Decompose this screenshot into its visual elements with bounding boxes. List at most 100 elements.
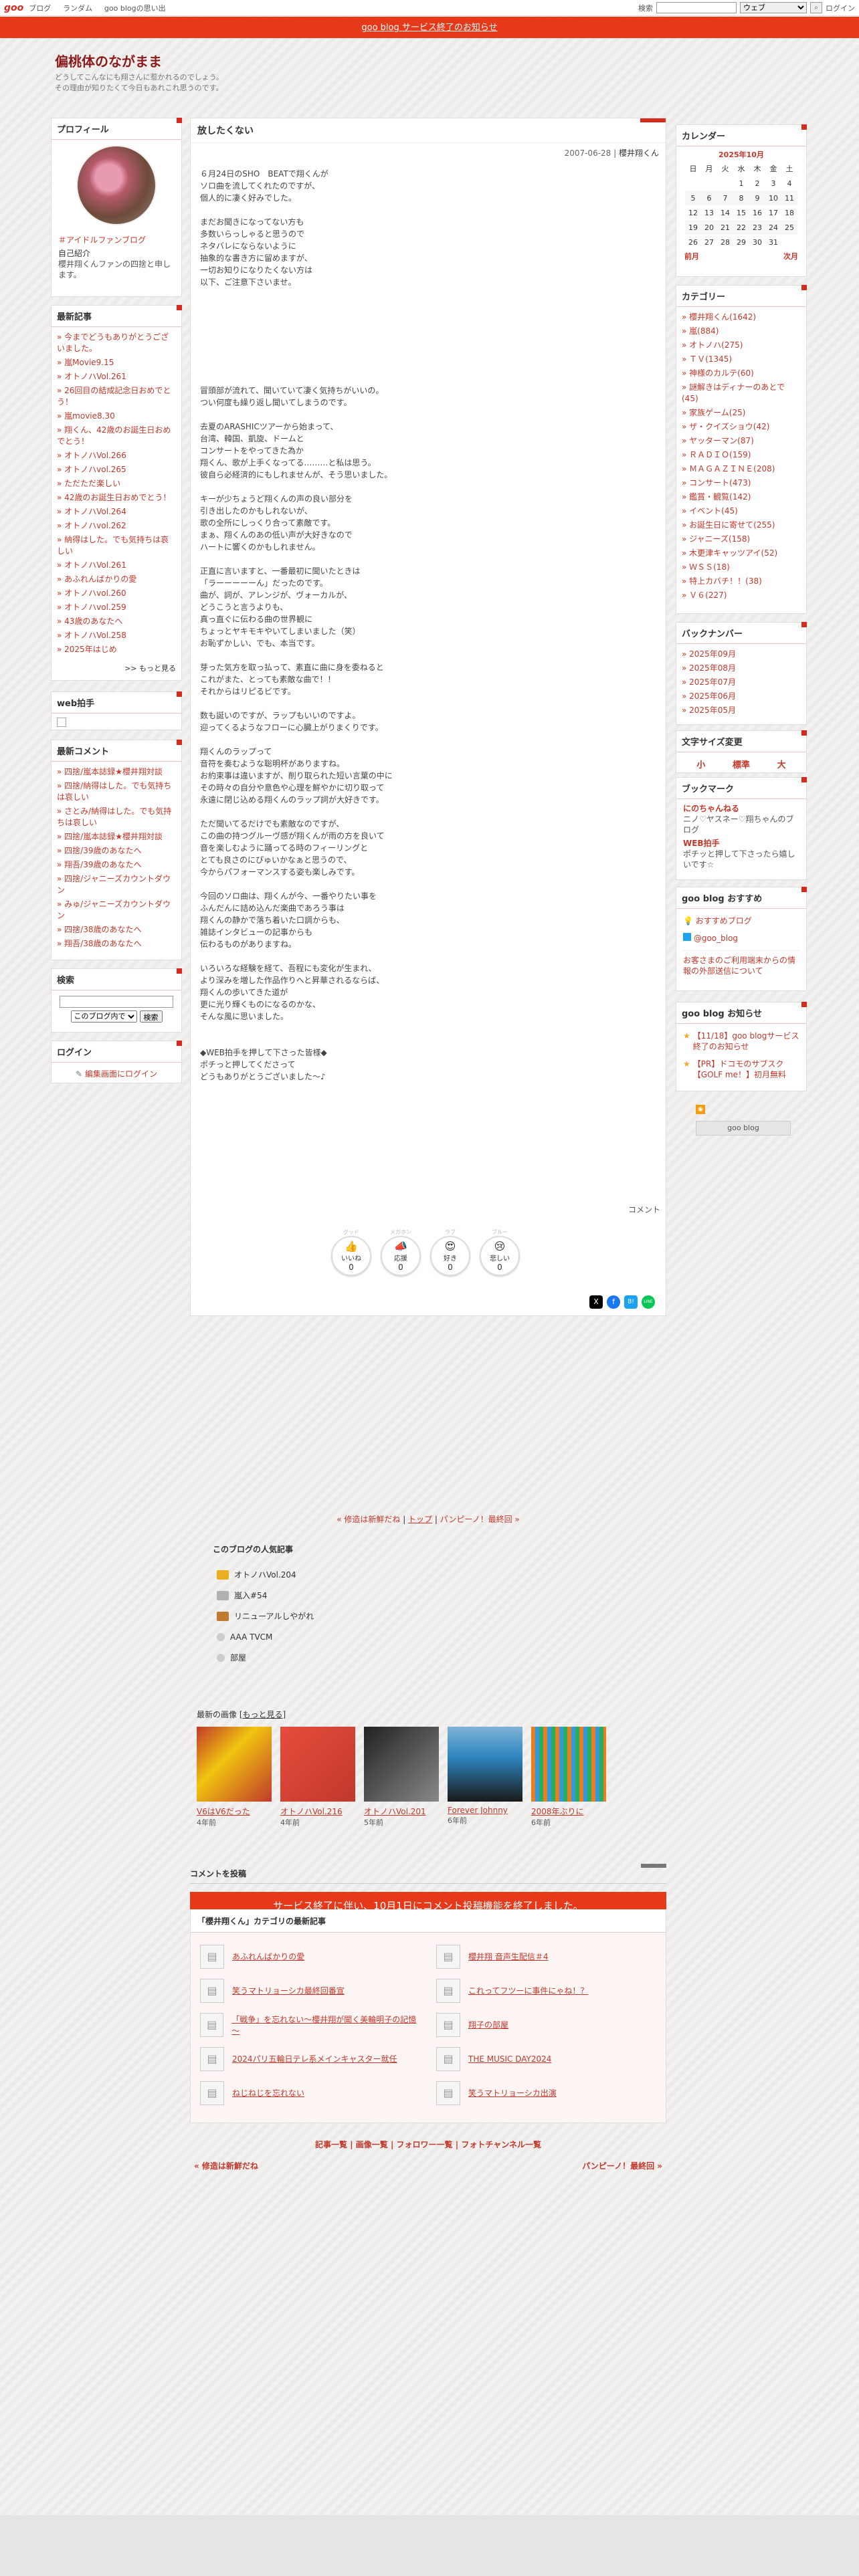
thumb-title[interactable]: Forever Johnny	[448, 1806, 522, 1815]
next-post-link[interactable]: パンピーノ！最終回 »	[440, 1515, 520, 1524]
popular-item[interactable]: 嵐入#54	[190, 1585, 666, 1606]
nav-memories[interactable]: goo blogの思い出	[104, 4, 166, 13]
popular-item-title[interactable]: 部屋	[230, 1652, 246, 1663]
edit-login-link[interactable]: 編集画面にログイン	[85, 1069, 157, 1079]
comment-link[interactable]: コメント	[628, 1204, 660, 1215]
calendar-day[interactable]: 30	[749, 235, 765, 249]
goo-blog-badge[interactable]: goo blog	[696, 1121, 791, 1136]
category-item[interactable]: コンサート(473)	[682, 476, 801, 490]
recent-post-item[interactable]: 納得はした。でも気持ちは哀しい	[57, 533, 176, 558]
recent-post-item[interactable]: 43歳のあなたへ	[57, 615, 176, 629]
hatena-share-icon[interactable]: B!	[624, 1295, 638, 1309]
recent-post-item[interactable]: 42歳のお誕生日おめでとう！	[57, 491, 176, 505]
calendar-day[interactable]: 4	[781, 176, 797, 191]
calendar-day[interactable]: 27	[701, 235, 717, 249]
recent-comment-item[interactable]: 四捨/39歳のあなたへ	[57, 844, 176, 858]
calendar-day[interactable]: 17	[765, 205, 781, 220]
popular-item[interactable]: リニューアルしやがれ	[190, 1606, 666, 1626]
bookmark-link-1[interactable]: にのちゃんねる	[683, 804, 739, 813]
recent-comment-item[interactable]: さとみ/納得はした。でも気持ちは哀しい	[57, 804, 176, 830]
thumb-title[interactable]: オトノハVol.201	[364, 1806, 439, 1817]
recent-post-item[interactable]: オトノハvol.259	[57, 601, 176, 615]
thumb-image[interactable]	[197, 1727, 272, 1802]
image-thumb[interactable]: Forever Johnny 6年前	[448, 1727, 522, 1828]
bookmark-link-2[interactable]: WEB拍手	[683, 839, 720, 848]
calendar-day[interactable]: 16	[749, 205, 765, 220]
textsize-large[interactable]: 大	[777, 758, 786, 770]
recent-post-item[interactable]: 2025年はじめ	[57, 643, 176, 657]
recent-post-item[interactable]: 今までどうもありがとうございました。	[57, 330, 176, 356]
category-post-item[interactable]: ▤ 翔子の部屋	[436, 2008, 656, 2042]
thumb-title[interactable]: V6はV6だった	[197, 1806, 272, 1817]
calendar-day[interactable]: 31	[765, 235, 781, 249]
notice-link-2[interactable]: 【PR】ドコモのサブスク【GOLF me！】初月無料	[693, 1059, 799, 1080]
category-post-link[interactable]: 笑うマトリョーシカ最終回番宣	[232, 1985, 345, 1996]
calendar-day[interactable]: 11	[781, 191, 797, 205]
x-share-icon[interactable]: X	[589, 1295, 603, 1309]
calendar-day[interactable]: 6	[701, 191, 717, 205]
service-end-link[interactable]: goo blog サービス終了のお知らせ	[361, 23, 497, 33]
popular-item[interactable]: 部屋	[190, 1647, 666, 1668]
category-post-link[interactable]: 翔子の部屋	[468, 2019, 508, 2030]
calendar-day[interactable]: 8	[733, 191, 749, 205]
top-link[interactable]: トップ	[408, 1515, 432, 1524]
thumb-image[interactable]	[280, 1727, 355, 1802]
calendar-day[interactable]: 3	[765, 176, 781, 191]
calendar-day[interactable]: 10	[765, 191, 781, 205]
photo-channel-link[interactable]: フォトチャンネル一覧	[461, 2140, 541, 2149]
goo-twitter-link[interactable]: @goo_blog	[694, 934, 738, 943]
reaction-button[interactable]: メガホン 📣 応援 0	[381, 1228, 421, 1276]
calendar-day[interactable]: 19	[685, 220, 701, 235]
category-item[interactable]: ジャニーズ(158)	[682, 532, 801, 546]
recent-comment-item[interactable]: 四捨/納得はした。でも気持ちは哀しい	[57, 779, 176, 804]
category-item[interactable]: ＴＶ(1345)	[682, 352, 801, 366]
thumb-image[interactable]	[448, 1727, 522, 1802]
reaction-button[interactable]: グッド 👍 いいね 0	[331, 1228, 371, 1276]
category-item[interactable]: ＲＡＤＩＯ(159)	[682, 448, 801, 462]
category-post-item[interactable]: ▤ ねじねじを忘れない	[200, 2076, 420, 2110]
calendar-day[interactable]: 18	[781, 205, 797, 220]
privacy-note-link[interactable]: お客さまのご利用端末からの情報の外部送信について	[683, 956, 795, 976]
category-item[interactable]: 嵐(884)	[682, 324, 801, 338]
calendar-day[interactable]: 15	[733, 205, 749, 220]
prev-month-link[interactable]: 前月	[684, 251, 699, 261]
image-thumb[interactable]: オトノハVol.201 5年前	[364, 1727, 439, 1828]
blog-title[interactable]: 偏桃体のながまま	[55, 51, 162, 70]
textsize-small[interactable]: 小	[696, 758, 705, 770]
category-post-link[interactable]: ねじねじを忘れない	[232, 2087, 304, 2099]
category-post-link[interactable]: 櫻井翔 音声生配信＃4	[468, 1951, 548, 1962]
recent-comment-item[interactable]: 四捨/38歳のあなたへ	[57, 923, 176, 937]
footer-prev-link[interactable]: « 修造は新鮮だね	[194, 2160, 258, 2171]
calendar-day[interactable]: 26	[685, 235, 701, 249]
profile-tag[interactable]: ＃アイドルファンブログ	[58, 235, 146, 245]
calendar-day[interactable]: 7	[717, 191, 733, 205]
facebook-share-icon[interactable]: f	[607, 1295, 620, 1309]
recent-comment-item[interactable]: 翔吾/38歳のあなたへ	[57, 937, 176, 951]
followers-link[interactable]: フォロワー一覧	[397, 2140, 453, 2149]
popular-item[interactable]: オトノハVol.204	[190, 1564, 666, 1585]
category-item[interactable]: ヤッターマン(87)	[682, 434, 801, 448]
image-thumb[interactable]: 2008年ぶりに 6年前	[531, 1727, 606, 1828]
reaction-button[interactable]: ブルー 😢 悲しい 0	[480, 1228, 520, 1276]
calendar-day[interactable]: 23	[749, 220, 765, 235]
prev-post-link[interactable]: « 修造は新鮮だね	[337, 1515, 400, 1524]
blog-search-scope[interactable]: このブログ内で	[70, 1010, 137, 1023]
next-month-link[interactable]: 次月	[783, 251, 798, 261]
post-thumbnail-icon[interactable]: ▤	[436, 1944, 460, 1969]
category-post-link[interactable]: 笑うマトリョーシカ出演	[468, 2087, 557, 2099]
textsize-normal[interactable]: 標準	[733, 758, 750, 770]
category-post-link[interactable]: これってフツーに事件にゃね！？	[468, 1985, 588, 1996]
category-post-link[interactable]: あふれんばかりの愛	[232, 1951, 304, 1962]
category-post-link[interactable]: 「戦争」を忘れない～櫻井翔が聞く美輪明子の記憶～	[231, 2014, 420, 2036]
rss-icon[interactable]: ◉	[696, 1105, 705, 1114]
popular-item[interactable]: AAA TVCM	[190, 1626, 666, 1647]
post-thumbnail-icon[interactable]: ▤	[200, 2012, 224, 2037]
category-post-item[interactable]: ▤ THE MUSIC DAY2024	[436, 2042, 656, 2076]
thumb-title[interactable]: 2008年ぶりに	[531, 1806, 606, 1817]
recent-images-more[interactable]: もっと見る	[243, 1710, 283, 1719]
category-post-item[interactable]: ▤ これってフツーに事件にゃね！？	[436, 1973, 656, 2008]
calendar-day[interactable]: 25	[781, 220, 797, 235]
notice-link-1[interactable]: 【11/18】goo blogサービス終了のお知らせ	[693, 1031, 799, 1052]
nav-blog[interactable]: ブログ	[29, 4, 51, 13]
category-post-item[interactable]: ▤ 笑うマトリョーシカ最終回番宣	[200, 1973, 420, 2008]
